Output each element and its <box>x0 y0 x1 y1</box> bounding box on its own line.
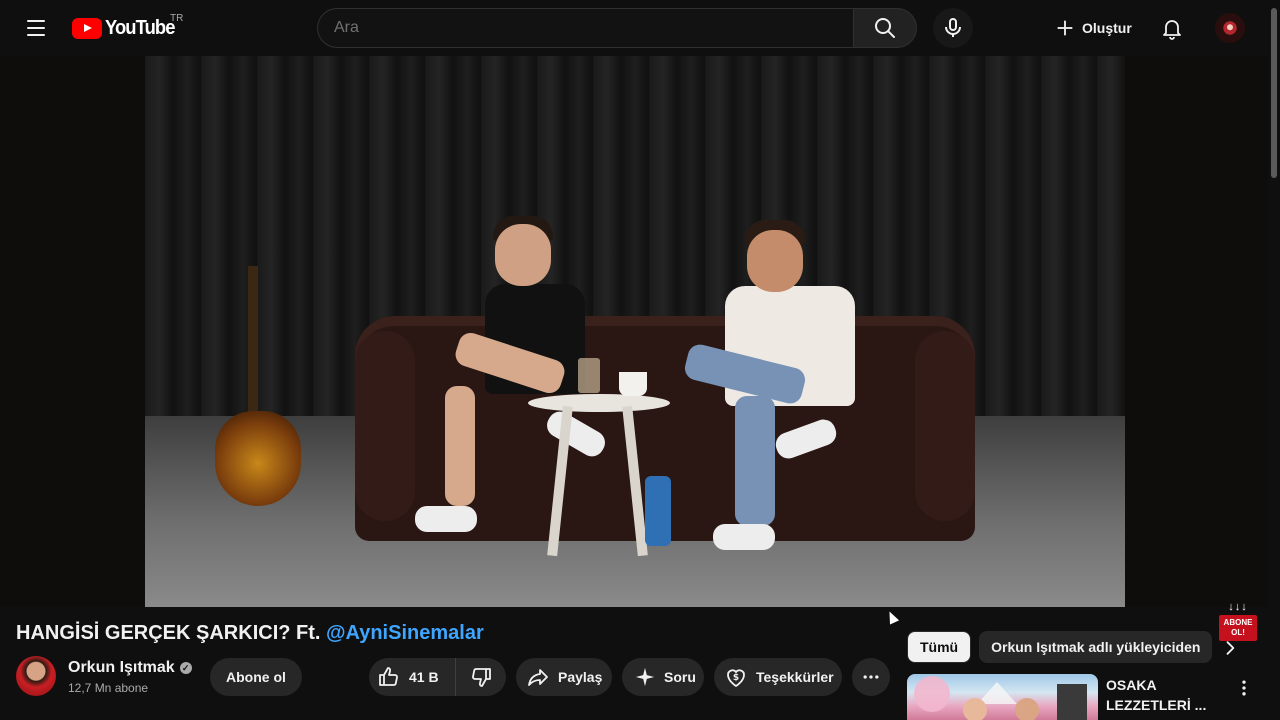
thumbnail-art <box>914 676 1087 720</box>
svg-text:$: $ <box>733 673 739 683</box>
thumbs-up-icon <box>379 667 398 686</box>
related-filter-chips: Tümü Orkun Işıtmak adlı yükleyiciden <box>907 631 1213 663</box>
subscribe-label: Abone ol <box>226 669 286 685</box>
video-player[interactable]: ↓↓↓ ABONE OL! <box>0 56 1268 641</box>
verified-icon: ✓ <box>179 662 192 674</box>
mic-icon <box>945 18 961 37</box>
logo-text: YouTube <box>105 16 175 39</box>
country-code: TR <box>170 13 184 24</box>
coffee-table <box>528 394 670 412</box>
title-text: HANGİSİ GERÇEK ŞARKICI? Ft. <box>16 622 327 644</box>
ask-label: Soru <box>664 669 696 685</box>
recommendation-menu-button[interactable] <box>1232 676 1256 700</box>
plus-icon <box>1057 20 1073 36</box>
water-bottle <box>645 476 671 546</box>
youtube-logo-icon <box>72 17 102 39</box>
title-mention-link[interactable]: @AyniSinemalar <box>326 622 484 644</box>
notifications-button[interactable] <box>1152 8 1192 48</box>
more-icon <box>863 675 879 679</box>
menu-icon[interactable] <box>20 16 52 40</box>
user-avatar[interactable] <box>1215 13 1245 43</box>
share-button[interactable]: Paylaş <box>516 658 612 696</box>
thanks-button[interactable]: $ Teşekkürler <box>714 658 842 696</box>
sparkle-icon <box>635 667 655 687</box>
more-actions-button[interactable] <box>852 658 890 696</box>
video-title: HANGİSİ GERÇEK ŞARKICI? Ft. @AyniSinemal… <box>16 622 484 645</box>
channel-name[interactable]: Orkun Işıtmak ✓ <box>68 659 192 677</box>
thanks-icon: $ <box>727 669 745 688</box>
scrollbar-thumb[interactable] <box>1271 8 1277 178</box>
bell-icon <box>1163 20 1181 40</box>
dislike-button[interactable] <box>456 658 506 696</box>
more-vert-icon <box>1242 680 1246 696</box>
like-dislike-group: 41 B <box>369 658 506 696</box>
guitar-neck <box>248 266 258 416</box>
channel-name-text[interactable]: Orkun Işıtmak <box>68 659 175 677</box>
ask-button[interactable]: Soru <box>622 658 704 696</box>
like-count: 41 B <box>409 669 439 685</box>
voice-search-button[interactable] <box>933 8 973 48</box>
share-label: Paylaş <box>558 669 603 685</box>
masthead: YouTube TR Oluştur <box>0 0 1280 56</box>
create-button[interactable]: Oluştur <box>1044 8 1146 48</box>
channel-avatar[interactable] <box>16 656 56 696</box>
user-avatar-icon <box>1223 21 1237 35</box>
search-icon <box>875 18 895 38</box>
chevron-right-icon <box>1226 641 1235 655</box>
mouse-cursor <box>884 609 900 625</box>
subscribe-button[interactable]: Abone ol <box>210 658 302 696</box>
video-frame[interactable] <box>145 56 1125 607</box>
recommendation-title[interactable]: OSAKA LEZZETLERİ ... <box>1106 675 1211 715</box>
search-input[interactable] <box>317 8 853 48</box>
like-button[interactable]: 41 B <box>369 658 456 696</box>
share-icon <box>528 669 548 686</box>
subscriber-count: 12,7 Mn abone <box>68 681 149 695</box>
chips-next-button[interactable] <box>1214 632 1246 664</box>
sofa-arm-right <box>915 331 975 521</box>
promo-arrows: ↓↓↓ <box>1228 601 1248 613</box>
search-button[interactable] <box>853 8 917 48</box>
chip-from-uploader[interactable]: Orkun Işıtmak adlı yükleyiciden <box>979 631 1213 663</box>
drink-glass <box>578 358 600 393</box>
thumbs-down-icon <box>472 668 491 687</box>
coffee-cup <box>619 372 647 396</box>
sofa-arm-left <box>355 331 415 521</box>
thanks-label: Teşekkürler <box>756 669 834 685</box>
create-label: Oluştur <box>1082 20 1132 36</box>
person-right <box>675 220 865 556</box>
page-scrollbar[interactable] <box>1268 0 1280 720</box>
guitar <box>215 411 301 506</box>
recommendation-thumbnail[interactable] <box>907 674 1098 720</box>
youtube-logo[interactable]: YouTube <box>72 16 181 40</box>
chip-all[interactable]: Tümü <box>907 631 972 663</box>
search-box <box>317 8 917 48</box>
